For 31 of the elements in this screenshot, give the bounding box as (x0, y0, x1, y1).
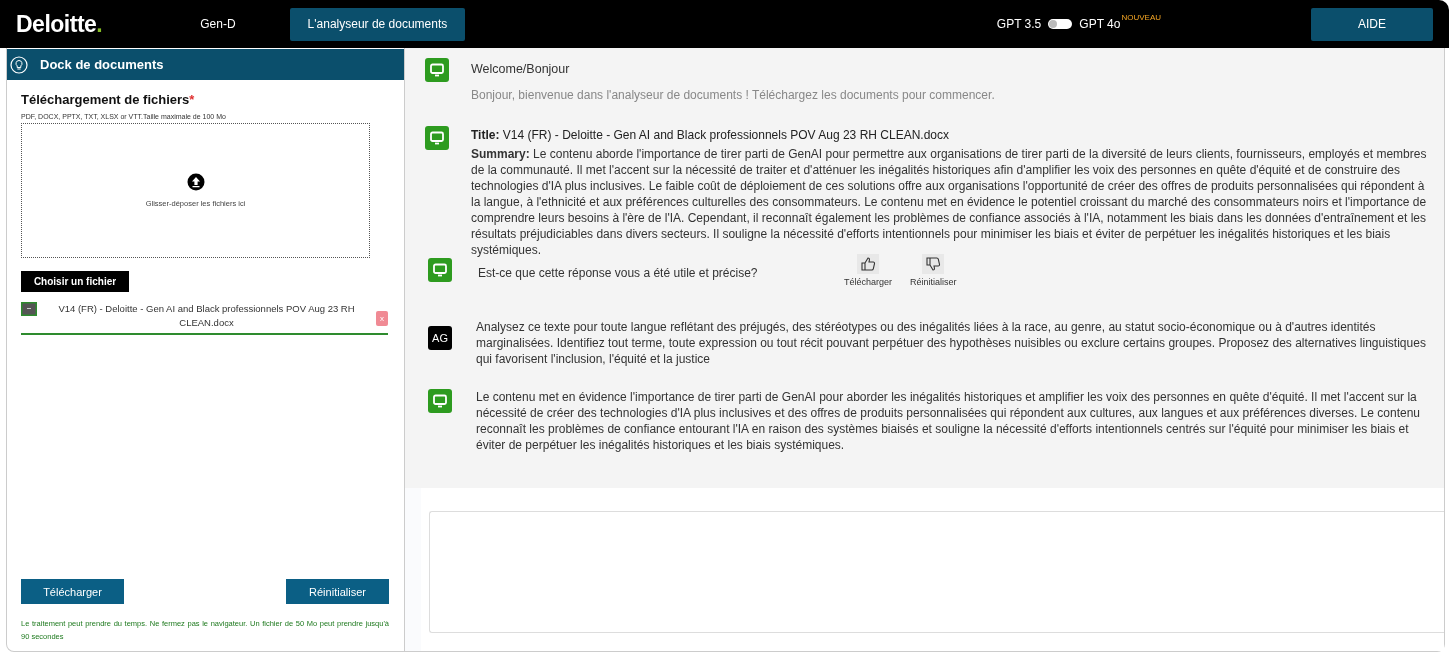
model-label: GPT 3.5 (996, 17, 1042, 31)
model-label: GPT 4o (1079, 17, 1121, 31)
new-label: NOUVEAU (1121, 13, 1161, 22)
upload-heading: Téléchargement de fichiers* (21, 92, 196, 107)
thumbs-up-icon (860, 256, 876, 272)
feedback-question: Est-ce que cette réponse vous a été utile et précise? (478, 266, 759, 280)
bot-avatar-icon (425, 126, 449, 150)
message-text: Bonjour, bienvenue dans l'analyseur de documents ! Téléchargez les documents pour commencer. (471, 88, 996, 102)
message-title: Welcome/Bonjour (471, 62, 571, 76)
bot-avatar-icon (428, 258, 452, 282)
nav-tab[interactable]: L'analyseur de documents (289, 7, 466, 41)
file-icon (21, 302, 37, 316)
lightbulb-icon (10, 55, 28, 74)
message-input[interactable] (429, 511, 1444, 633)
upload-icon (186, 173, 205, 191)
message-text: Le contenu met en évidence l'importance de tirer parti de GenAI pour aborder les inégalités historiques et amplifier les voix des personnes en quête d'équité. Il met l'accent sur la nécessité de créer des technologies d'IA plus inclusives et des offres de produits personnalisées qui répondent aux cultures, aux langues et aux préférences diverses. Le contenu reconnaît les problèmes de confiance entourant l'IA en raison des systèmes biaisés et souligne la nécessité d'efforts intentionnels centrés sur l'équité pour minimiser les biais et éviter de perpétuer les inégalités historiques et les biais systémiques. (476, 389, 1421, 453)
nav-tab[interactable]: Gen-D (182, 7, 254, 41)
user-avatar: AG (428, 326, 452, 350)
bot-avatar-icon (428, 389, 452, 413)
choose-file-button[interactable]: Choisir un fichier (21, 271, 129, 292)
document-title: Title: V14 (FR) - Deloitte - Gen AI and Black professionnels POV Aug 23 RH CLEAN.docx (471, 128, 950, 142)
logo: Deloitte. (16, 10, 103, 38)
action-button[interactable]: Télécharger (21, 579, 124, 604)
thumbs-down-icon (925, 256, 942, 272)
model-toggle[interactable] (1048, 19, 1073, 29)
panel-title: Dock de documents (40, 57, 164, 72)
bot-avatar-icon (425, 58, 449, 82)
help-button[interactable]: AIDE (1311, 7, 1433, 41)
file-name: V14 (FR) - Deloitte - Gen AI and Black professionnels POV Aug 23 RH CLEAN.docx (57, 302, 356, 330)
message-text: Analysez ce texte pour toute langue reflétant des préjugés, des stéréotypes ou des inégalités liées à la race, au genre, au statut socio-économique ou à d'autres identités marginalisées. Identifiez tout terme, toute expression ou tout récit pouvant perpétuer des hypothèses nuisibles ou exclure certains groupes. Proposez des alternatives linguistiques qui favorisent l'inclusion, l'équité et la justice (476, 319, 1427, 367)
action-button[interactable]: Réinitialiser (286, 579, 389, 604)
